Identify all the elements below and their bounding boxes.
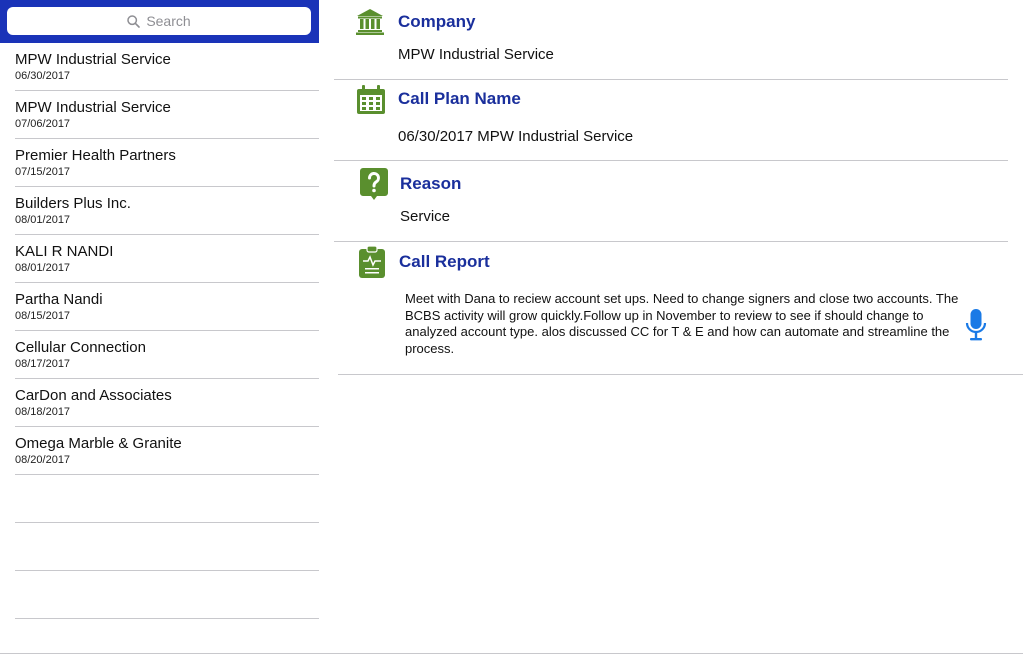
list-item-name: Partha Nandi	[15, 291, 103, 308]
list-item[interactable]: MPW Industrial Service 07/06/2017	[15, 91, 319, 139]
call-plan-value: 06/30/2017 MPW Industrial Service	[398, 128, 634, 145]
list-item-date: 08/20/2017	[15, 454, 71, 466]
list-item[interactable]: CarDon and Associates 08/18/2017	[15, 379, 319, 427]
call-plan-title: Call Plan Name	[398, 89, 521, 108]
company-title: Company	[398, 12, 476, 31]
sidebar: Search MPW Industrial Service 06/30/2017…	[0, 0, 319, 654]
list-item-name: Omega Marble & Granite	[15, 435, 182, 452]
search-placeholder: Search	[146, 13, 191, 29]
call-report-section: Call Report Meet with Dana to reciew acc…	[338, 242, 1023, 375]
company-value: MPW Industrial Service	[398, 46, 554, 63]
list-item[interactable]: Premier Health Partners 07/15/2017	[15, 139, 319, 187]
list-item[interactable]: KALI R NANDI 08/01/2017	[15, 235, 319, 283]
call-report-list: MPW Industrial Service 06/30/2017 MPW In…	[15, 43, 319, 619]
call-report-text[interactable]: Meet with Dana to reciew account set ups…	[405, 291, 965, 357]
list-item-name: MPW Industrial Service	[15, 99, 171, 116]
reason-value: Service	[400, 208, 451, 225]
search-input[interactable]: Search	[7, 7, 311, 35]
list-item[interactable]: MPW Industrial Service 06/30/2017	[15, 43, 319, 91]
search-bar: Search	[0, 0, 319, 43]
list-item-name: Builders Plus Inc.	[15, 195, 131, 212]
calendar-icon	[357, 85, 385, 114]
bank-icon	[356, 9, 384, 35]
empty-list-row	[15, 475, 319, 523]
list-item[interactable]: Builders Plus Inc. 08/01/2017	[15, 187, 319, 235]
empty-list-row	[15, 571, 319, 619]
list-item[interactable]: Cellular Connection 08/17/2017	[15, 331, 319, 379]
list-item-date: 06/30/2017	[15, 70, 71, 82]
list-item-name: KALI R NANDI	[15, 243, 114, 260]
call-plan-section: Call Plan Name 06/30/2017 MPW Industrial…	[334, 80, 1008, 161]
list-item-date: 08/15/2017	[15, 310, 71, 322]
company-section: Company MPW Industrial Service	[334, 0, 1008, 80]
list-item-date: 07/15/2017	[15, 166, 71, 178]
microphone-icon[interactable]	[965, 308, 987, 342]
list-item-date: 07/06/2017	[15, 118, 71, 130]
list-item-name: Premier Health Partners	[15, 147, 176, 164]
clipboard-icon	[359, 246, 385, 278]
call-report-title: Call Report	[399, 252, 490, 271]
detail-pane: Company MPW Industrial Service Call Plan…	[334, 0, 1023, 654]
list-item-date: 08/01/2017	[15, 214, 71, 226]
list-item-date: 08/17/2017	[15, 358, 71, 370]
list-item-date: 08/01/2017	[15, 262, 71, 274]
question-icon	[360, 168, 388, 200]
empty-list-row	[15, 523, 319, 571]
list-item-name: Cellular Connection	[15, 339, 146, 356]
list-item[interactable]: Omega Marble & Granite 08/20/2017	[15, 427, 319, 475]
list-item-name: MPW Industrial Service	[15, 51, 171, 68]
list-item-name: CarDon and Associates	[15, 387, 172, 404]
reason-title: Reason	[400, 174, 462, 193]
list-item[interactable]: Partha Nandi 08/15/2017	[15, 283, 319, 331]
reason-section: Reason Service	[334, 161, 1008, 242]
search-icon	[127, 14, 141, 28]
list-item-date: 08/18/2017	[15, 406, 71, 418]
